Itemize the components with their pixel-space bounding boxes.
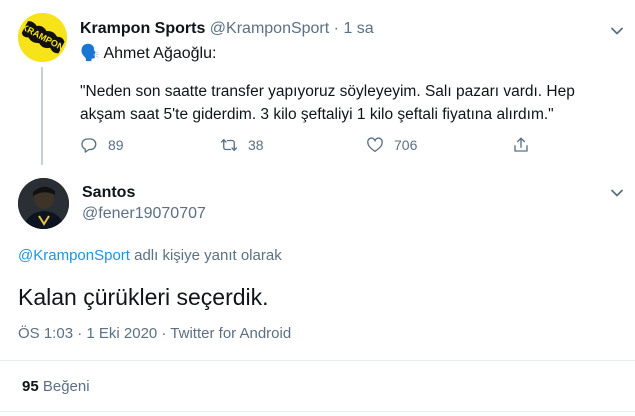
retweet-button[interactable]: 38 — [220, 136, 264, 154]
tweet-header: Krampon Sports @KramponSport · 1 sa — [80, 20, 374, 38]
user-handle[interactable]: @KramponSport — [210, 20, 329, 37]
caret-down-icon[interactable] — [608, 184, 626, 202]
krampon-logo-icon: KRAMPON — [18, 13, 67, 62]
display-name[interactable]: Krampon Sports — [80, 20, 205, 37]
share-icon — [514, 137, 528, 152]
reply-to-label: adlı kişiye yanıt olarak — [129, 247, 282, 264]
tweet-line-3: akşam saat 5'te giderdim. 3 kilo şeftali… — [80, 106, 554, 123]
profile-photo-icon — [18, 178, 69, 229]
retweet-count: 38 — [248, 137, 264, 153]
like-button[interactable]: 706 — [366, 136, 417, 154]
tweet-line-1: 🗣️ Ahmet Ağaoğlu: — [80, 45, 217, 62]
tweet-text: Kalan çürükleri seçerdik. — [18, 284, 269, 310]
retweet-icon — [220, 139, 238, 151]
likes-stat-label: Beğeni — [42, 378, 90, 395]
divider — [0, 360, 635, 361]
tweet-line-2: "Neden son saatte transfer yapıyoruz söy… — [80, 83, 575, 100]
like-icon — [367, 137, 383, 153]
tweet-time[interactable]: 1 sa — [343, 20, 373, 37]
tweet-timestamp[interactable]: ÖS 1:03 · 1 Eki 2020 · Twitter for Andro… — [18, 325, 291, 342]
avatar[interactable]: KRAMPON — [18, 13, 67, 62]
separator: · — [333, 20, 339, 37]
divider — [0, 411, 635, 412]
avatar[interactable] — [18, 178, 69, 229]
user-handle[interactable]: @fener19070707 — [82, 205, 206, 223]
reply-button[interactable]: 89 — [80, 136, 124, 154]
display-name[interactable]: Santos — [82, 184, 135, 202]
likes-stat-count: 95 — [22, 378, 39, 395]
reply-count: 89 — [108, 137, 124, 153]
thread-line — [41, 67, 43, 165]
reply-icon — [81, 138, 97, 153]
likes-stat[interactable]: 95 Beğeni — [22, 378, 90, 395]
share-button[interactable] — [512, 136, 540, 154]
like-count: 706 — [394, 137, 418, 153]
reply-to-link[interactable]: @KramponSport — [18, 247, 130, 264]
reply-context: @KramponSport adlı kişiye yanıt olarak — [18, 247, 282, 264]
caret-down-icon[interactable] — [608, 22, 626, 40]
